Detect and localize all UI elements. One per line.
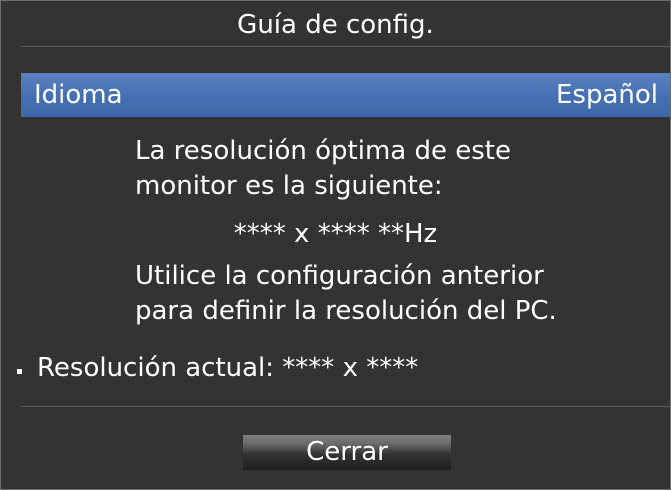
bullet-icon bbox=[17, 369, 22, 374]
language-label: Idioma bbox=[34, 80, 123, 110]
optimal-resolution-message: La resolución óptima de este monitor es … bbox=[135, 136, 511, 201]
current-resolution: Resolución actual: **** x **** bbox=[37, 353, 419, 383]
top-divider bbox=[21, 46, 670, 47]
optimal-resolution-value: **** x **** **Hz bbox=[233, 219, 438, 249]
bottom-divider bbox=[21, 406, 670, 407]
language-value: Español bbox=[555, 80, 658, 110]
configuration-instruction: Utilice la configuración anterior para d… bbox=[135, 261, 557, 326]
dialog-title: Guía de config. bbox=[237, 10, 434, 40]
setup-guide-dialog: Guía de config. Idioma Español La resolu… bbox=[0, 0, 671, 490]
language-row[interactable]: Idioma Español bbox=[21, 73, 670, 117]
close-button[interactable]: Cerrar bbox=[243, 435, 451, 470]
